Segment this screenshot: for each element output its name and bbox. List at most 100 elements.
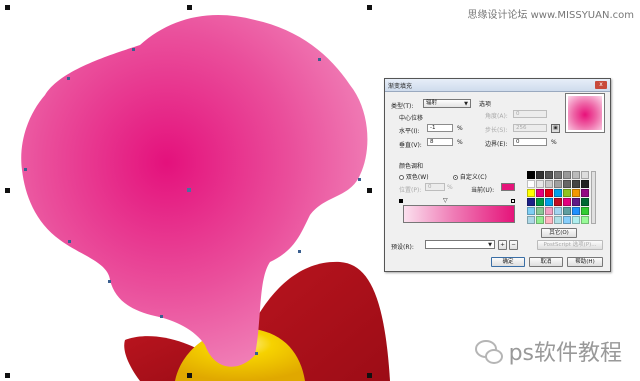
postscript-options-button[interactable]: PostScript 选项(P)...: [537, 240, 603, 250]
vertical-field[interactable]: 8: [427, 138, 453, 146]
chevron-down-icon: ▼: [488, 242, 492, 248]
wechat-watermark: ps软件教程: [474, 335, 622, 367]
palette-swatch[interactable]: [536, 189, 544, 197]
palette-swatch[interactable]: [554, 180, 562, 188]
palette-swatch[interactable]: [554, 171, 562, 179]
color-blend-label: 颜色调和: [399, 163, 424, 170]
palette-swatch[interactable]: [536, 198, 544, 206]
horizontal-unit: %: [457, 125, 463, 132]
presets-select[interactable]: ▼: [425, 240, 495, 249]
options-label: 选项: [479, 101, 492, 108]
palette-swatch[interactable]: [545, 180, 553, 188]
horizontal-field[interactable]: -1: [427, 124, 453, 132]
palette-swatch[interactable]: [581, 207, 589, 215]
palette-swatch[interactable]: [572, 171, 580, 179]
preview-swatch: [568, 96, 602, 130]
edge-pad-label: 边界(E):: [485, 141, 508, 148]
ok-button[interactable]: 确定: [491, 257, 525, 267]
palette-swatch[interactable]: [527, 207, 535, 215]
palette-swatch[interactable]: [536, 207, 544, 215]
palette-scrollbar[interactable]: [591, 171, 596, 224]
watermark-text: ps软件教程: [508, 341, 622, 366]
two-color-radio[interactable]: [399, 175, 404, 180]
palette-swatch[interactable]: [545, 171, 553, 179]
palette-swatch[interactable]: [563, 189, 571, 197]
palette-swatch[interactable]: [581, 189, 589, 197]
palette-swatch[interactable]: [527, 171, 535, 179]
palette-swatch[interactable]: [527, 180, 535, 188]
palette-swatch[interactable]: [572, 216, 580, 224]
palette-swatch[interactable]: [554, 207, 562, 215]
type-label: 类型(T):: [391, 103, 414, 110]
palette-swatch[interactable]: [536, 216, 544, 224]
two-color-option[interactable]: 双色(W): [399, 172, 429, 181]
edge-pad-field[interactable]: 0: [513, 138, 547, 146]
presets-label: 预设(R):: [391, 244, 414, 251]
cancel-button[interactable]: 取消: [529, 257, 563, 267]
palette-swatch[interactable]: [563, 207, 571, 215]
custom-option[interactable]: 自定义(C): [453, 172, 487, 181]
angle-label: 角度(A):: [485, 113, 508, 120]
gradient-fill-dialog: 渐变填充 x 类型(T): 辐射 ▼ 选项 中心位移 角度(A): 0 水平(I…: [384, 78, 611, 272]
palette-swatch[interactable]: [554, 198, 562, 206]
horizontal-label: 水平(I):: [399, 128, 420, 135]
palette-swatch[interactable]: [527, 216, 535, 224]
site-watermark: 思缘设计论坛 www.MISSYUAN.com: [467, 10, 634, 21]
vertical-unit: %: [457, 139, 463, 146]
angle-field[interactable]: 0: [513, 110, 547, 118]
palette-swatch[interactable]: [545, 216, 553, 224]
vertical-label: 垂直(V):: [399, 142, 422, 149]
current-label: 当前(U):: [471, 187, 495, 194]
chevron-down-icon: ▼: [464, 101, 468, 107]
palette-swatch[interactable]: [581, 180, 589, 188]
palette-swatch[interactable]: [563, 216, 571, 224]
type-value: 辐射: [426, 100, 438, 106]
dialog-title: 渐变填充: [388, 82, 413, 90]
palette-swatch[interactable]: [527, 189, 535, 197]
custom-label: 自定义(C): [459, 174, 487, 181]
palette-swatch[interactable]: [581, 171, 589, 179]
palette-swatch[interactable]: [527, 198, 535, 206]
steps-field[interactable]: 256: [513, 124, 547, 132]
palette-swatch[interactable]: [572, 207, 580, 215]
position-field[interactable]: 0: [425, 183, 445, 191]
palette-swatch[interactable]: [545, 198, 553, 206]
palette-swatch[interactable]: [545, 207, 553, 215]
current-color-swatch[interactable]: [501, 183, 515, 191]
palette-swatch[interactable]: [581, 216, 589, 224]
palette-swatch[interactable]: [563, 180, 571, 188]
add-preset-button[interactable]: +: [498, 240, 507, 250]
wechat-icon: [474, 340, 503, 364]
type-select[interactable]: 辐射 ▼: [423, 99, 471, 108]
center-offset-label: 中心位移: [399, 115, 424, 122]
palette-swatch[interactable]: [572, 198, 580, 206]
gradient-bar[interactable]: [403, 205, 515, 223]
dialog-titlebar[interactable]: 渐变填充 x: [385, 79, 610, 92]
custom-radio[interactable]: [453, 175, 458, 180]
palette-swatch[interactable]: [536, 180, 544, 188]
palette-swatch[interactable]: [563, 198, 571, 206]
remove-preset-button[interactable]: −: [509, 240, 518, 250]
position-unit: %: [447, 184, 453, 191]
steps-label: 步长(S):: [485, 127, 508, 134]
position-label: 位置(P):: [399, 187, 422, 194]
palette-swatch[interactable]: [572, 180, 580, 188]
palette-swatch[interactable]: [581, 198, 589, 206]
palette-swatch[interactable]: [545, 189, 553, 197]
palette-swatch[interactable]: [563, 171, 571, 179]
end-marker[interactable]: [511, 199, 515, 203]
gradient-preview: [565, 93, 605, 133]
help-button[interactable]: 帮助(H): [567, 257, 603, 267]
palette-swatch[interactable]: [554, 189, 562, 197]
palette-swatch[interactable]: [536, 171, 544, 179]
lock-icon[interactable]: ▣: [551, 124, 560, 133]
color-palette: [527, 171, 589, 224]
midpoint-marker-icon[interactable]: ▽: [443, 197, 448, 204]
start-marker[interactable]: [399, 199, 403, 203]
close-button[interactable]: x: [595, 81, 607, 89]
two-color-label: 双色(W): [405, 174, 429, 181]
others-button[interactable]: 其它(O): [541, 228, 577, 238]
palette-swatch[interactable]: [572, 189, 580, 197]
edge-pad-unit: %: [551, 139, 557, 146]
palette-swatch[interactable]: [554, 216, 562, 224]
